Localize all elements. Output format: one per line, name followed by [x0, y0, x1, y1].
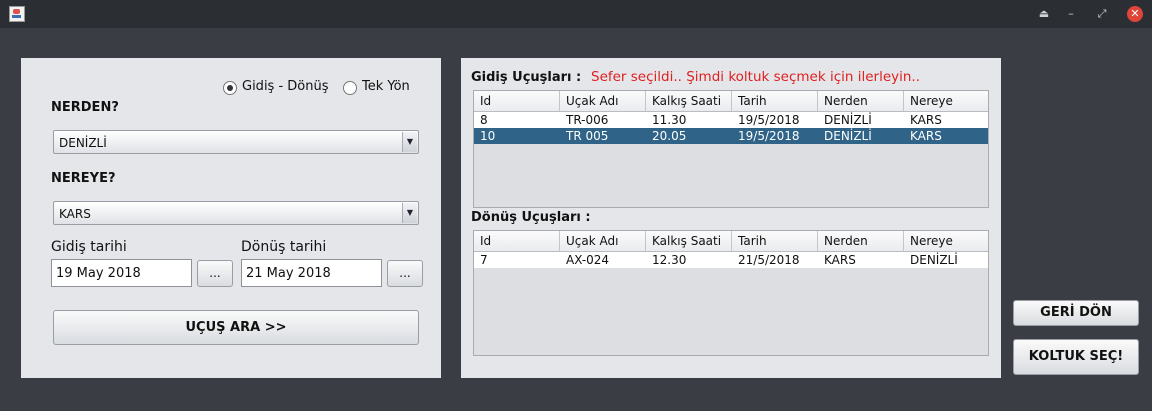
round-trip-label[interactable]: Gidiş - Dönüş [242, 79, 329, 94]
from-select[interactable]: DENİZLİ ▼ [53, 130, 419, 154]
table-header: Id Uçak Adı Kalkış Saati Tarih Nerden Ne… [474, 231, 988, 252]
column-header[interactable]: Nerden [818, 231, 904, 251]
column-header[interactable]: Uçak Adı [560, 231, 646, 251]
column-header[interactable]: Id [474, 231, 560, 251]
table-cell: 7 [480, 253, 488, 267]
status-message: Sefer seçildi.. Şimdi koltuk seçmek için… [591, 69, 921, 85]
outbound-flights-table[interactable]: Id Uçak Adı Kalkış Saati Tarih Nerden Ne… [473, 90, 989, 208]
from-label: NERDEN? [51, 100, 119, 115]
table-cell: AX-024 [566, 253, 610, 267]
return-date-picker-button[interactable]: ... [387, 260, 423, 287]
results-panel: Gidiş Uçuşları : Sefer seçildi.. Şimdi k… [461, 58, 1001, 378]
depart-date-field[interactable]: 19 May 2018 [51, 259, 192, 287]
eject-icon[interactable]: ⏏ [1037, 7, 1051, 21]
round-trip-radio[interactable] [223, 81, 237, 95]
column-header[interactable]: Nereye [904, 231, 988, 251]
to-select[interactable]: KARS ▼ [53, 201, 419, 225]
column-header[interactable]: Id [474, 91, 560, 111]
table-cell: TR 005 [566, 129, 609, 143]
table-cell: 19/5/2018 [738, 113, 800, 127]
return-flights-table[interactable]: Id Uçak Adı Kalkış Saati Tarih Nerden Ne… [473, 230, 989, 356]
to-label: NEREYE? [51, 171, 116, 186]
minimize-icon[interactable]: – [1064, 7, 1078, 21]
depart-date-label: Gidiş tarihi [51, 239, 127, 255]
search-flights-button[interactable]: UÇUŞ ARA >> [53, 310, 419, 345]
title-bar: ⏏ – ⤢ ✕ [0, 0, 1152, 28]
one-way-label[interactable]: Tek Yön [362, 79, 410, 94]
column-header[interactable]: Tarih [732, 231, 818, 251]
column-header[interactable]: Uçak Adı [560, 91, 646, 111]
depart-date-picker-button[interactable]: ... [197, 260, 233, 287]
return-date-label: Dönüş tarihi [241, 239, 327, 255]
table-cell: 8 [480, 113, 488, 127]
table-row[interactable]: 8 TR-006 11.30 19/5/2018 DENİZLİ KARS [474, 112, 988, 128]
table-cell: DENİZLİ [824, 113, 872, 127]
maximize-icon[interactable]: ⤢ [1095, 7, 1109, 21]
table-row-selected[interactable]: 10 TR 005 20.05 19/5/2018 DENİZLİ KARS [474, 128, 988, 144]
table-cell: 21/5/2018 [738, 253, 800, 267]
chevron-down-icon[interactable]: ▼ [402, 203, 417, 223]
table-cell: KARS [910, 113, 942, 127]
java-cup-icon [9, 6, 25, 22]
back-button[interactable]: GERİ DÖN [1013, 300, 1139, 326]
search-panel: Gidiş - Dönüş Tek Yön NERDEN? DENİZLİ ▼ … [21, 58, 441, 378]
table-cell: 19/5/2018 [738, 129, 800, 143]
return-title: Dönüş Uçuşları : [471, 210, 591, 225]
table-header: Id Uçak Adı Kalkış Saati Tarih Nerden Ne… [474, 91, 988, 112]
column-header[interactable]: Nereye [904, 91, 988, 111]
table-cell: 11.30 [652, 113, 687, 127]
from-select-value: DENİZLİ [59, 136, 107, 150]
column-header[interactable]: Nerden [818, 91, 904, 111]
column-header[interactable]: Tarih [732, 91, 818, 111]
to-select-value: KARS [59, 207, 91, 221]
column-header[interactable]: Kalkış Saati [646, 91, 732, 111]
close-icon[interactable]: ✕ [1127, 6, 1143, 22]
table-cell: 10 [480, 129, 496, 143]
column-header[interactable]: Kalkış Saati [646, 231, 732, 251]
outbound-title: Gidiş Uçuşları : [471, 70, 582, 85]
return-date-field[interactable]: 21 May 2018 [241, 259, 382, 287]
table-cell: 12.30 [652, 253, 687, 267]
table-row[interactable]: 7 AX-024 12.30 21/5/2018 KARS DENİZLİ [474, 252, 988, 268]
one-way-radio[interactable] [343, 81, 357, 95]
chevron-down-icon[interactable]: ▼ [402, 132, 417, 152]
select-seat-button[interactable]: KOLTUK SEÇ! [1013, 339, 1139, 375]
table-cell: DENİZLİ [910, 253, 958, 267]
table-cell: KARS [824, 253, 856, 267]
table-cell: TR-006 [566, 113, 609, 127]
table-cell: DENİZLİ [824, 129, 872, 143]
table-cell: KARS [910, 129, 942, 143]
table-cell: 20.05 [652, 129, 687, 143]
